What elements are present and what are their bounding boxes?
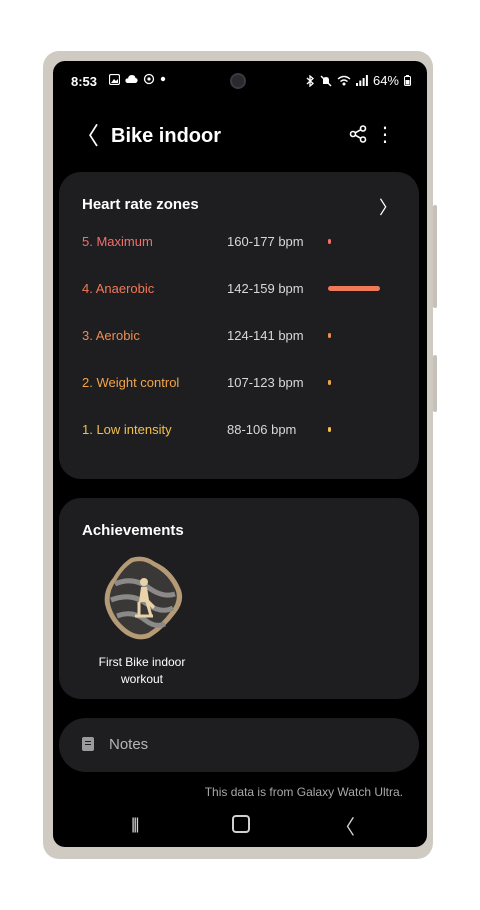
zone-name: 5. Maximum: [82, 234, 153, 249]
zone-name: 1. Low intensity: [82, 422, 172, 437]
power-button: [433, 355, 437, 412]
zone-bar-track: [328, 380, 386, 386]
zone-range: 124-141 bpm: [227, 328, 304, 343]
zone-bar: [328, 239, 331, 244]
zone-bar: [328, 333, 331, 338]
status-time: 8:53: [71, 74, 98, 89]
achievements-card: Achievements First Bike indoor workout: [59, 498, 419, 699]
zone-bar-track: [328, 333, 386, 339]
heart-rate-zones-header: Heart rate zones: [82, 196, 199, 213]
zone-name: 2. Weight control: [82, 375, 180, 390]
navigation-bar: ||| 〈: [53, 805, 427, 847]
data-source-text: This data is from Galaxy Watch Ultra.: [204, 785, 403, 799]
dot-icon: [160, 76, 166, 82]
home-button[interactable]: [232, 815, 250, 833]
battery-icon: [404, 75, 411, 86]
status-right-icons: 64%: [306, 73, 411, 88]
share-icon: [349, 125, 367, 143]
zone-row-low-intensity: 1. Low intensity 88-106 bpm: [82, 422, 402, 446]
notes-icon: [82, 737, 94, 751]
battery-percent: 64%: [372, 73, 399, 88]
zone-bar: [328, 286, 380, 291]
zone-range: 160-177 bpm: [227, 234, 304, 249]
sync-icon: [143, 73, 155, 85]
bluetooth-icon: [306, 74, 314, 87]
page-title: Bike indoor: [111, 125, 222, 147]
app-bar: 〈 Bike indoor ⋮: [53, 117, 427, 157]
zone-row-weight-control: 2. Weight control 107-123 bpm: [82, 375, 402, 399]
recents-button[interactable]: |||: [131, 816, 140, 834]
phone-screen: 8:53 64% 〈 Bike indoor ⋮ Heart rate zone…: [53, 61, 427, 847]
nav-back-button[interactable]: 〈: [335, 811, 355, 840]
back-button[interactable]: 〈: [75, 123, 99, 151]
cloud-icon: [125, 75, 138, 83]
zone-row-anaerobic: 4. Anaerobic 142-159 bpm: [82, 281, 402, 305]
zone-range: 88-106 bpm: [227, 422, 297, 437]
zone-range: 142-159 bpm: [227, 281, 304, 296]
signal-icon: [355, 75, 368, 86]
share-button[interactable]: [349, 125, 367, 148]
status-left-icons: [109, 73, 166, 85]
mute-icon: [320, 75, 332, 86]
zone-bar: [328, 427, 331, 432]
more-options-button[interactable]: ⋮: [375, 123, 395, 147]
zone-name: 3. Aerobic: [82, 328, 140, 343]
notes-field[interactable]: Notes: [59, 718, 419, 772]
notes-label: Notes: [109, 736, 149, 753]
status-bar: 8:53 64%: [53, 61, 427, 101]
zone-bar: [328, 380, 331, 385]
wifi-icon: [337, 75, 351, 86]
zone-bar-track: [328, 427, 386, 433]
front-camera: [230, 73, 246, 89]
zone-row-maximum: 5. Maximum 160-177 bpm: [82, 234, 402, 258]
zone-bar-track: [328, 286, 386, 292]
chevron-right-icon[interactable]: 〉: [379, 194, 397, 220]
zone-range: 107-123 bpm: [227, 375, 304, 390]
zone-bar-track: [328, 239, 386, 245]
bike-badge-icon[interactable]: [103, 554, 185, 642]
zone-row-aerobic: 3. Aerobic 124-141 bpm: [82, 328, 402, 352]
gallery-icon: [109, 73, 120, 85]
achievements-title: Achievements: [82, 522, 184, 539]
achievement-label: First Bike indoor workout: [98, 655, 186, 686]
volume-button: [433, 205, 437, 308]
heart-rate-zones-card[interactable]: Heart rate zones 〉 5. Maximum 160-177 bp…: [59, 172, 419, 479]
zone-name: 4. Anaerobic: [82, 281, 155, 296]
